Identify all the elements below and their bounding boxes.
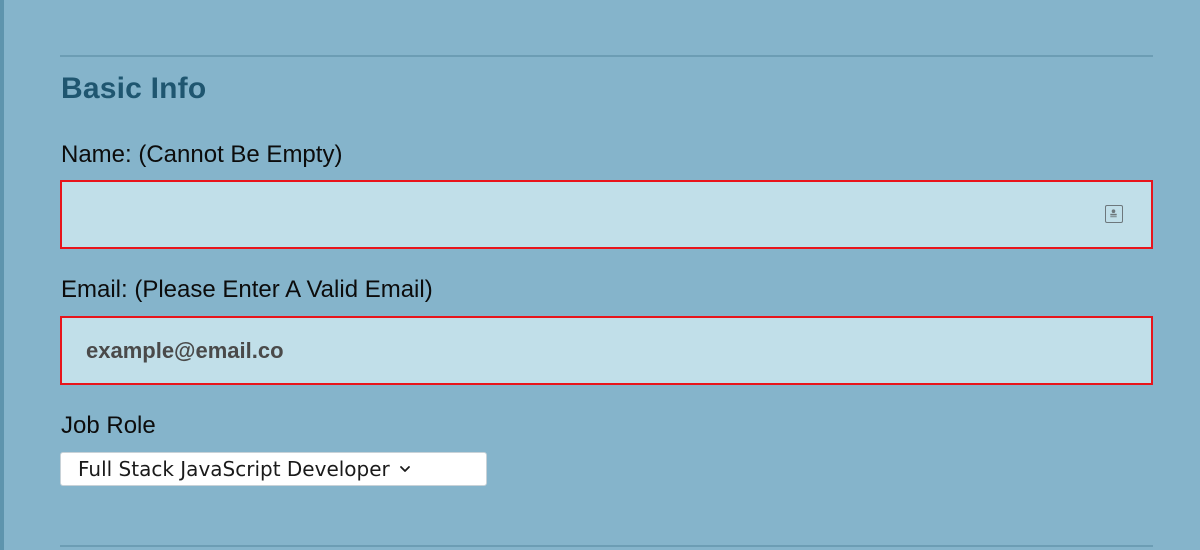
job-role-selected-value: Full Stack JavaScript Developer (78, 457, 390, 481)
job-role-select[interactable]: Full Stack JavaScript Developer (60, 452, 487, 486)
email-label: Email: (Please Enter A Valid Email) (61, 276, 433, 303)
name-input[interactable] (60, 180, 1153, 249)
email-input[interactable] (60, 316, 1153, 385)
job-role-label: Job Role (61, 412, 156, 439)
name-label: Name: (Cannot Be Empty) (61, 141, 343, 168)
contact-card-icon[interactable] (1105, 205, 1123, 223)
left-edge-border (0, 0, 4, 550)
section-title: Basic Info (61, 72, 207, 105)
bottom-divider (60, 545, 1153, 547)
chevron-down-icon (399, 463, 411, 475)
top-divider (60, 55, 1153, 57)
form-page: Basic Info Name: (Cannot Be Empty) Email… (0, 0, 1200, 550)
